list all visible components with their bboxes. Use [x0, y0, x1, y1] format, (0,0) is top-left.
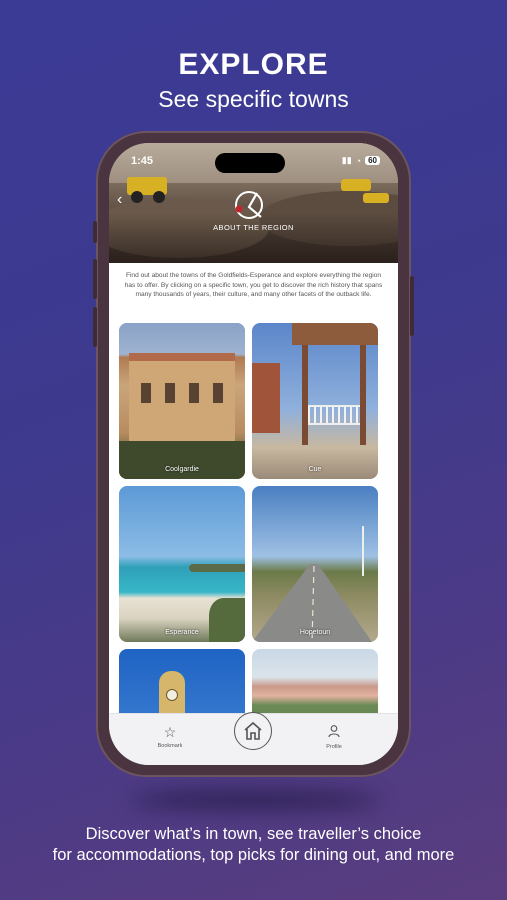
building-window [141, 383, 151, 403]
headline-title: EXPLORE [178, 48, 329, 81]
town-name: Coolgardie [165, 466, 199, 473]
tab-bar: ☆ Bookmark Profile [109, 712, 398, 765]
mining-truck-far [363, 193, 389, 203]
status-icons: ▮▮ ◔ 60 [342, 155, 380, 166]
building-window [189, 383, 199, 403]
headline-subtitle: See specific towns [158, 86, 349, 112]
town-card-coolgardie[interactable]: Coolgardie [119, 323, 245, 479]
building-facade [129, 353, 235, 453]
building-window [213, 383, 223, 403]
clock-icon [166, 689, 178, 701]
footer-line-1: Discover what’s in town, see traveller’s… [85, 825, 422, 843]
town-card-hopetoun[interactable]: Hopetoun [252, 486, 378, 642]
tab-profile[interactable]: Profile [309, 724, 359, 750]
mute-button [93, 221, 97, 243]
power-pole [362, 526, 364, 576]
town-card-esperance[interactable]: Esperance [119, 486, 245, 642]
building-window [165, 383, 175, 403]
rotunda-railing [308, 405, 360, 425]
trees [119, 441, 245, 479]
tab-home[interactable] [234, 712, 272, 750]
person-icon [309, 724, 359, 741]
rotunda-pillar [360, 345, 366, 445]
star-icon: ☆ [163, 724, 177, 740]
volume-up-button [93, 259, 97, 299]
status-time: 1:45 [131, 155, 154, 167]
tab-profile-label: Profile [326, 744, 342, 750]
road [252, 564, 372, 642]
truck-wheel [131, 191, 143, 203]
app-screen: 1:45 ▮▮ ◔ 60 ‹ ABOUT THE REGION Find out… [109, 143, 398, 765]
rotunda-roof [292, 323, 378, 345]
intro-text: Find out about the towns of the Goldfiel… [124, 272, 383, 298]
town-name: Esperance [165, 629, 199, 636]
power-button [410, 276, 414, 336]
signal-icon: ▮▮ [341, 155, 352, 165]
battery-icon: 60 [365, 156, 380, 165]
rotunda-pillar [302, 345, 308, 445]
mining-truck-right [341, 179, 371, 191]
hero-label: ABOUT THE REGION [213, 223, 294, 232]
footer-line-2: for accommodations, top picks for dining… [52, 846, 455, 864]
region-logo [235, 191, 263, 219]
town-name: Hopetoun [299, 629, 331, 636]
brick-building [252, 363, 280, 433]
chevron-left-icon[interactable]: ‹ [117, 191, 122, 209]
phone-shadow [130, 790, 380, 810]
headland [189, 564, 245, 572]
volume-down-button [93, 307, 97, 347]
hero-banner: 1:45 ▮▮ ◔ 60 ‹ ABOUT THE REGION [109, 143, 398, 263]
tab-bookmark[interactable]: ☆ Bookmark [145, 724, 195, 749]
tab-bookmark-label: Bookmark [157, 743, 183, 749]
town-name: Cue [308, 466, 322, 473]
town-card-cue[interactable]: Cue [252, 323, 378, 479]
phone-frame: 1:45 ▮▮ ◔ 60 ‹ ABOUT THE REGION Find out… [93, 131, 414, 777]
dynamic-island [215, 153, 285, 173]
footer-caption: Discover what’s in town, see traveller’s… [0, 824, 507, 866]
home-icon [244, 721, 262, 740]
wifi-icon: ◔ [355, 155, 362, 166]
truck-wheel [153, 191, 165, 203]
